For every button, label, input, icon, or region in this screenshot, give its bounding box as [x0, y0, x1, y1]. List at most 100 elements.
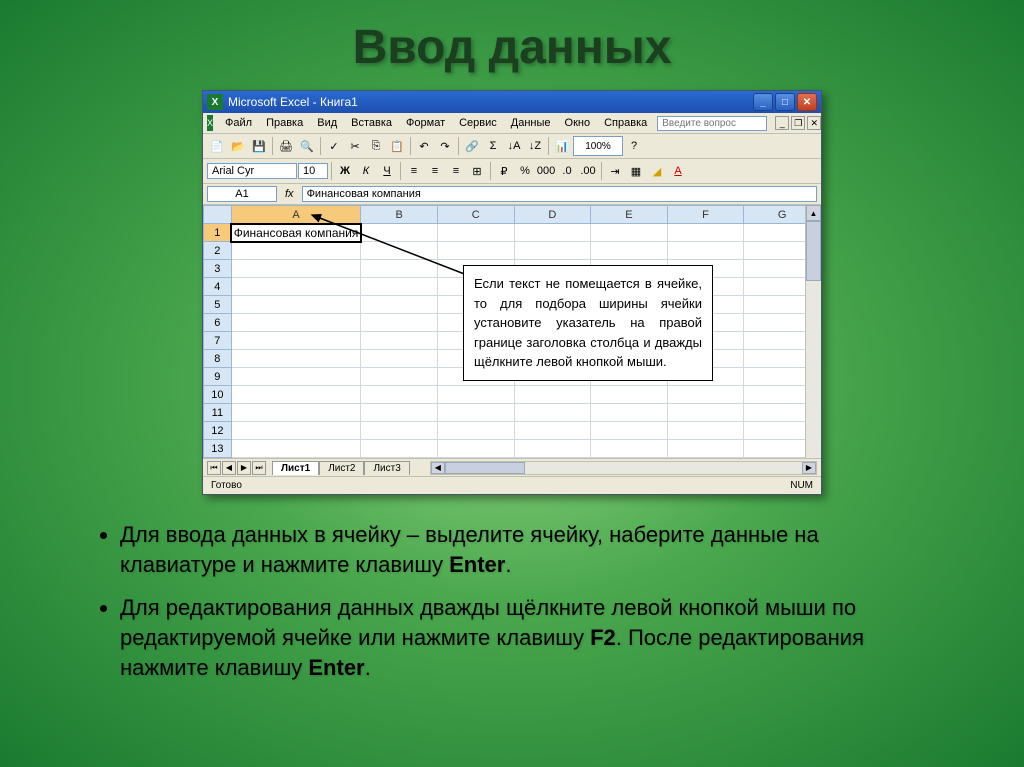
cell[interactable]: [591, 404, 668, 422]
cell[interactable]: [231, 314, 361, 332]
row-header-3[interactable]: 3: [204, 260, 232, 278]
col-header-b[interactable]: B: [361, 206, 438, 224]
font-name-dropdown[interactable]: Arial Cyr: [207, 163, 297, 179]
open-icon[interactable]: 📂: [228, 136, 248, 156]
doc-restore-button[interactable]: ❐: [791, 116, 805, 130]
save-icon[interactable]: 💾: [249, 136, 269, 156]
comma-icon[interactable]: 000: [536, 161, 556, 181]
indent-icon[interactable]: ⇥: [605, 161, 625, 181]
menu-window[interactable]: Окно: [559, 115, 597, 131]
cell[interactable]: [667, 404, 744, 422]
chart-icon[interactable]: 📊: [552, 136, 572, 156]
print-icon[interactable]: 🖨: [276, 136, 296, 156]
cell[interactable]: [361, 242, 438, 260]
name-box[interactable]: A1: [207, 186, 277, 202]
close-button[interactable]: ✕: [797, 93, 817, 111]
cell[interactable]: [437, 404, 514, 422]
cell[interactable]: [437, 242, 514, 260]
sort-asc-icon[interactable]: ↓A: [504, 136, 524, 156]
cell[interactable]: [231, 278, 361, 296]
row-header-5[interactable]: 5: [204, 296, 232, 314]
row-header-4[interactable]: 4: [204, 278, 232, 296]
menu-tools[interactable]: Сервис: [453, 115, 503, 131]
cell[interactable]: [361, 278, 438, 296]
menu-data[interactable]: Данные: [505, 115, 557, 131]
underline-icon[interactable]: Ч: [377, 161, 397, 181]
currency-icon[interactable]: ₽: [494, 161, 514, 181]
select-all-corner[interactable]: [204, 206, 232, 224]
cell[interactable]: [361, 332, 438, 350]
cut-icon[interactable]: ✂: [345, 136, 365, 156]
cell[interactable]: [231, 368, 361, 386]
undo-icon[interactable]: ↶: [414, 136, 434, 156]
cell[interactable]: [667, 422, 744, 440]
cell[interactable]: [361, 350, 438, 368]
cell[interactable]: [437, 386, 514, 404]
hscroll-thumb[interactable]: [445, 462, 525, 474]
sheet-tab-1[interactable]: Лист1: [272, 461, 319, 475]
sum-icon[interactable]: Σ: [483, 136, 503, 156]
cell[interactable]: [514, 224, 591, 242]
row-header-9[interactable]: 9: [204, 368, 232, 386]
cell[interactable]: [591, 422, 668, 440]
cell[interactable]: [361, 314, 438, 332]
cell[interactable]: [514, 242, 591, 260]
align-left-icon[interactable]: ≡: [404, 161, 424, 181]
row-header-13[interactable]: 13: [204, 440, 232, 458]
cell[interactable]: [361, 368, 438, 386]
vertical-scrollbar[interactable]: ▲: [805, 205, 821, 458]
col-header-c[interactable]: C: [437, 206, 514, 224]
sheet-tab-3[interactable]: Лист3: [364, 461, 409, 475]
cell[interactable]: [514, 386, 591, 404]
cell[interactable]: [231, 332, 361, 350]
cell[interactable]: [591, 224, 668, 242]
cell[interactable]: [591, 386, 668, 404]
merge-icon[interactable]: ⊞: [467, 161, 487, 181]
menu-view[interactable]: Вид: [311, 115, 343, 131]
doc-minimize-button[interactable]: _: [775, 116, 789, 130]
help-icon[interactable]: ?: [624, 136, 644, 156]
menu-edit[interactable]: Правка: [260, 115, 309, 131]
scroll-left-button[interactable]: ◀: [431, 462, 445, 474]
row-header-6[interactable]: 6: [204, 314, 232, 332]
increase-decimal-icon[interactable]: .00: [578, 161, 598, 181]
row-header-7[interactable]: 7: [204, 332, 232, 350]
cell[interactable]: [231, 440, 361, 458]
italic-icon[interactable]: К: [356, 161, 376, 181]
formula-input[interactable]: Финансовая компания: [302, 186, 817, 202]
row-header-1[interactable]: 1: [204, 224, 232, 242]
decrease-decimal-icon[interactable]: .0: [557, 161, 577, 181]
row-header-10[interactable]: 10: [204, 386, 232, 404]
new-icon[interactable]: 📄: [207, 136, 227, 156]
cell[interactable]: [361, 224, 438, 242]
row-header-8[interactable]: 8: [204, 350, 232, 368]
doc-close-button[interactable]: ✕: [807, 116, 821, 130]
scroll-right-button[interactable]: ▶: [802, 462, 816, 474]
cell[interactable]: [514, 422, 591, 440]
copy-icon[interactable]: ⎘: [366, 136, 386, 156]
font-size-dropdown[interactable]: 10: [298, 163, 328, 179]
fill-color-icon[interactable]: ◢: [647, 161, 667, 181]
bold-icon[interactable]: Ж: [335, 161, 355, 181]
cell[interactable]: [514, 404, 591, 422]
link-icon[interactable]: 🔗: [462, 136, 482, 156]
cell[interactable]: [231, 350, 361, 368]
sort-desc-icon[interactable]: ↓Z: [525, 136, 545, 156]
cell[interactable]: [514, 440, 591, 458]
tab-nav-first[interactable]: ⏮: [207, 461, 221, 475]
sheet-tab-2[interactable]: Лист2: [319, 461, 364, 475]
cell[interactable]: [437, 422, 514, 440]
redo-icon[interactable]: ↷: [435, 136, 455, 156]
cell[interactable]: [437, 224, 514, 242]
cell[interactable]: [231, 386, 361, 404]
scroll-thumb[interactable]: [806, 221, 821, 281]
maximize-button[interactable]: □: [775, 93, 795, 111]
percent-icon[interactable]: %: [515, 161, 535, 181]
tab-nav-next[interactable]: ▶: [237, 461, 251, 475]
cell[interactable]: [361, 440, 438, 458]
preview-icon[interactable]: 🔍: [297, 136, 317, 156]
cell[interactable]: [231, 404, 361, 422]
cell[interactable]: [591, 440, 668, 458]
row-header-11[interactable]: 11: [204, 404, 232, 422]
cell[interactable]: [667, 224, 744, 242]
